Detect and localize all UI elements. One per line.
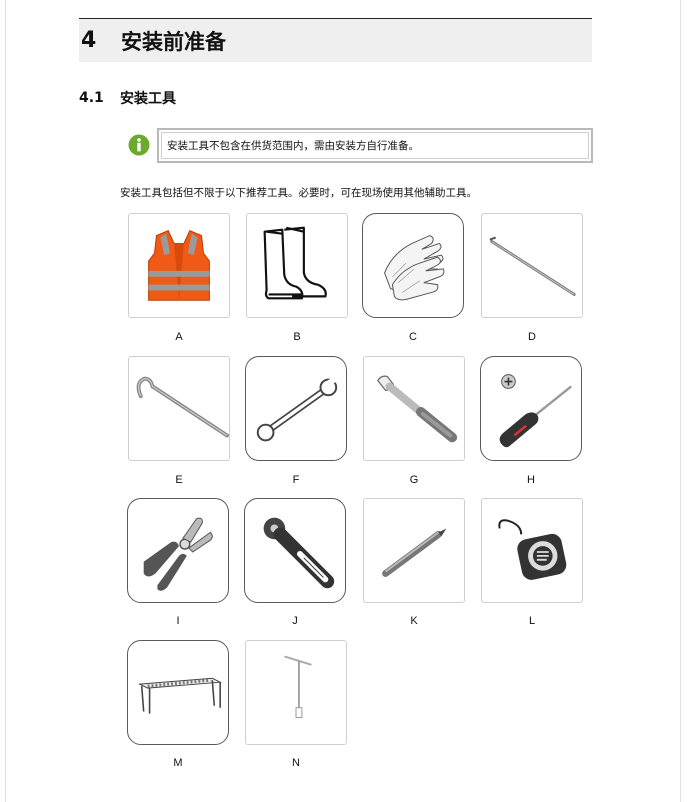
tool-card-c [362, 213, 464, 318]
pliers-icon [143, 517, 213, 591]
section-number: 4.1 [79, 90, 104, 106]
tool-card-k [363, 498, 465, 603]
tool-card-m [127, 640, 229, 745]
pry-bar-icon [489, 236, 576, 296]
section-heading: 4.1 安装工具 [79, 88, 176, 108]
tool-card-g [363, 356, 465, 461]
chapter-heading: 4 安装前准备 [79, 18, 592, 62]
gloves-icon [384, 235, 445, 301]
tool-letter: F [292, 474, 300, 486]
screwdriver-icon [499, 374, 572, 448]
tool-card-l [481, 498, 583, 603]
note-text: 安装工具不包含在供货范围内，需由安装方自行准备。 [167, 140, 419, 152]
tool-letter: G [409, 474, 419, 486]
chapter-title: 安装前准备 [121, 29, 226, 54]
tool-letter: A [175, 331, 183, 343]
open-end-wrench-icon [256, 376, 338, 442]
tool-letter: H [527, 474, 535, 486]
tool-card-a [128, 213, 230, 318]
tool-letter: J [292, 615, 298, 627]
tool-letter: L [528, 615, 536, 627]
tool-card-e [128, 356, 230, 461]
tool-letter: E [175, 474, 183, 486]
rail-frame-icon [137, 677, 222, 714]
tool-letter: M [173, 757, 183, 769]
t-handle-tool-icon [284, 655, 312, 718]
info-icon [128, 134, 150, 156]
ratchet-handle-icon [376, 375, 458, 443]
tool-letter: K [410, 615, 418, 627]
tool-letter: C [409, 331, 417, 343]
section-title: 安装工具 [120, 91, 176, 107]
tool-card-n [245, 640, 347, 745]
tool-card-b [246, 213, 348, 318]
ratchet-wrench-icon [263, 517, 335, 589]
tool-card-d [481, 213, 583, 318]
tool-letter: D [528, 331, 536, 343]
rubber-boots-icon [263, 226, 327, 300]
tape-measure-icon [498, 519, 567, 580]
tool-card-j [244, 498, 346, 603]
tool-letter: I [176, 615, 180, 627]
marker-pen-icon [382, 528, 447, 577]
chapter-number: 4 [81, 28, 97, 53]
tool-card-h [480, 356, 582, 461]
tool-card-f [245, 356, 347, 461]
tool-card-i [127, 498, 229, 603]
crowbar-icon [136, 376, 229, 438]
tool-letter: N [292, 757, 300, 769]
note-box: 安装工具不包含在供货范围内，需由安装方自行准备。 [157, 128, 593, 163]
tool-letter: B [293, 331, 301, 343]
safety-vest-icon [148, 230, 210, 301]
intro-text: 安装工具包括但不限于以下推荐工具。必要时，可在现场使用其他辅助工具。 [120, 187, 477, 199]
